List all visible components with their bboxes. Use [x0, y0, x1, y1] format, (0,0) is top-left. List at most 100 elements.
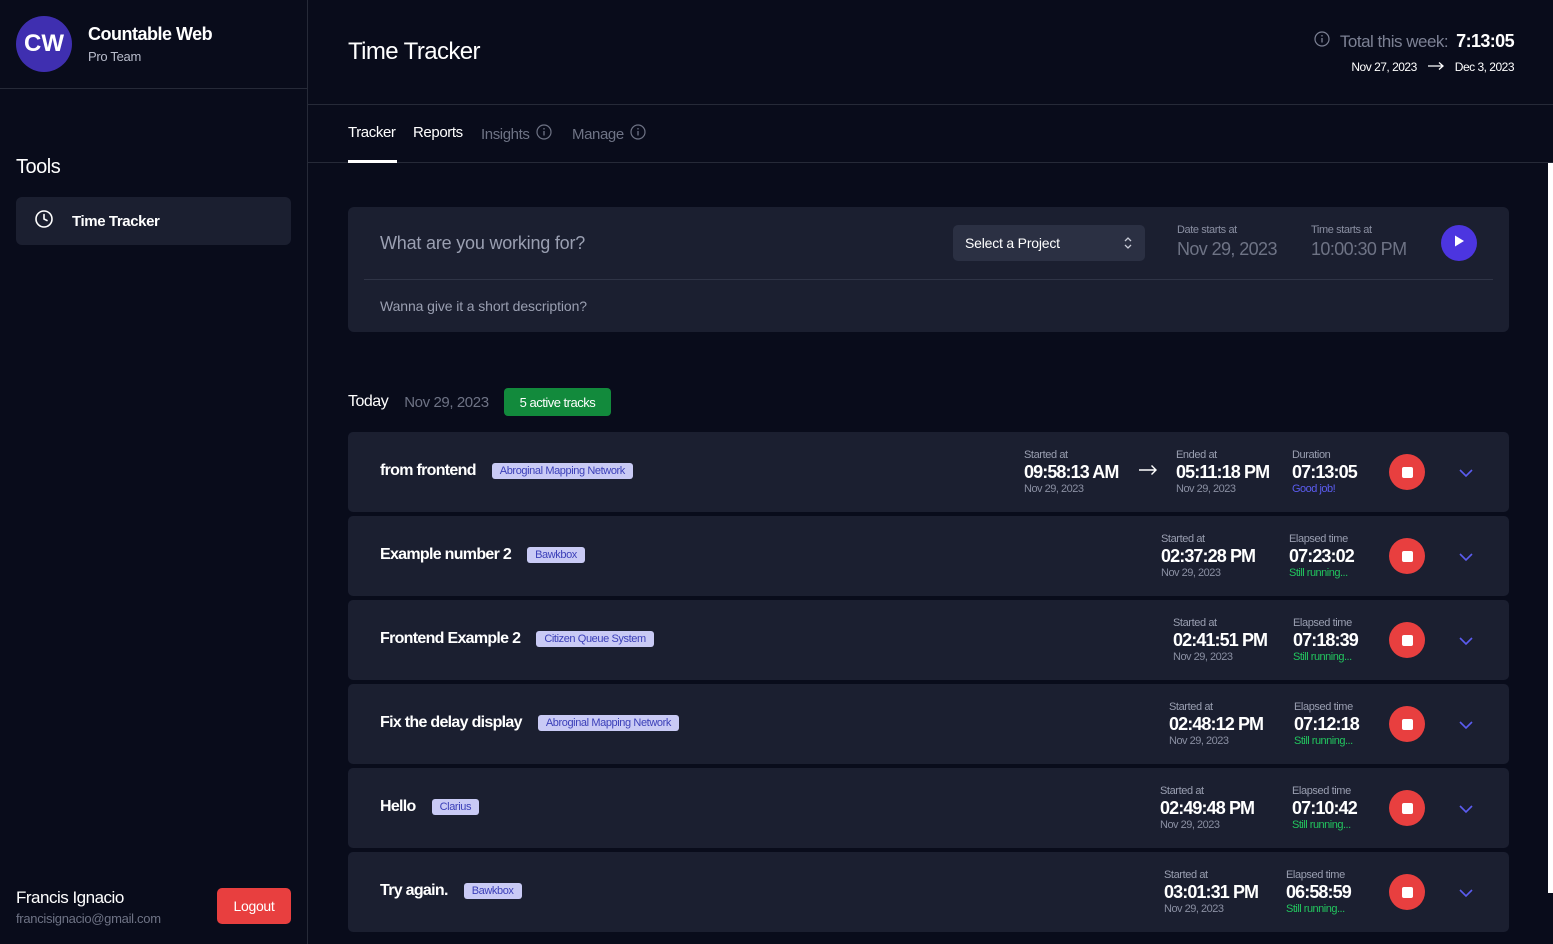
active-tab-indicator [348, 160, 397, 163]
page-title: Time Tracker [348, 38, 481, 65]
user-name: Francis Ignacio [16, 888, 124, 907]
week-range-end: Dec 3, 2023 [1454, 60, 1515, 74]
description-input[interactable]: Wanna give it a short description? [380, 298, 587, 314]
stop-button[interactable] [1389, 622, 1425, 658]
started-time: 02:49:48 PM [1160, 798, 1255, 818]
elapsed-value: 07:12:18 [1294, 714, 1360, 734]
stop-button[interactable] [1389, 454, 1425, 490]
project-select[interactable]: Select a Project [953, 225, 1145, 261]
elapsed-label: Elapsed time [1286, 869, 1345, 881]
date-start-value: Nov 29, 2023 [1177, 239, 1277, 259]
track-title: Fix the delay display Abroginal Mapping … [380, 714, 679, 732]
status-text: Still running... [1294, 735, 1353, 747]
status-text: Still running... [1292, 819, 1351, 831]
project-tag: Bawkbox [463, 883, 522, 899]
tools-section-title: Tools [16, 156, 61, 178]
started-time: 02:41:51 PM [1173, 630, 1268, 650]
stop-button[interactable] [1389, 706, 1425, 742]
started-time: 03:01:31 PM [1164, 882, 1259, 902]
team-avatar[interactable]: CW [16, 16, 72, 72]
logout-button[interactable]: Logout [217, 888, 291, 924]
week-range: Nov 27, 2023 Dec 3, 2023 [1314, 60, 1514, 74]
info-icon[interactable] [1314, 31, 1330, 52]
time-start[interactable]: Time starts at 10:00:30 PM [1311, 224, 1407, 260]
chevron-down-icon[interactable] [1458, 717, 1474, 735]
team-name: Countable Web [88, 24, 213, 44]
status-text: Good job! [1292, 483, 1336, 495]
status-text: Still running... [1289, 567, 1348, 579]
today-header: Today Nov 29, 2023 5 active tracks [348, 388, 612, 416]
track-title: Example number 2 Bawkbox [380, 546, 585, 564]
started-time: 02:37:28 PM [1161, 546, 1256, 566]
project-tag: Bawkbox [527, 547, 585, 563]
stop-button[interactable] [1389, 790, 1425, 826]
start-timer-button[interactable] [1441, 225, 1477, 261]
clock-icon [34, 209, 54, 234]
time-start-value: 10:00:30 PM [1311, 239, 1407, 259]
info-icon [535, 124, 552, 144]
week-range-start: Nov 27, 2023 [1351, 60, 1417, 74]
started-label: Started at [1164, 869, 1208, 881]
duration: Duration 07:13:05 Good job! [1292, 449, 1358, 495]
started-date: Nov 29, 2023 [1164, 903, 1224, 915]
time-start-label: Time starts at [1311, 224, 1372, 236]
elapsed-value: 07:10:42 [1292, 798, 1358, 818]
chevron-down-icon[interactable] [1458, 633, 1474, 651]
stop-icon [1401, 634, 1413, 646]
started-time: 02:48:12 PM [1169, 714, 1264, 734]
arrow-right-icon [1138, 463, 1158, 481]
track-title: Frontend Example 2 Citizen Queue System [380, 630, 654, 648]
started-at: Started at 02:41:51 PM Nov 29, 2023 [1173, 617, 1268, 663]
date-start-label: Date starts at [1177, 224, 1237, 236]
elapsed-time: Elapsed time 06:58:59 Still running... [1286, 869, 1352, 915]
tab-tracker[interactable]: Tracker [348, 124, 396, 141]
task-input[interactable]: What are you working for? [380, 233, 585, 254]
track-row[interactable]: Frontend Example 2 Citizen Queue System … [348, 600, 1509, 680]
project-tag: Abroginal Mapping Network [537, 715, 679, 731]
tab-label: Insights [481, 125, 530, 143]
started-at: Started at 02:49:48 PM Nov 29, 2023 [1160, 785, 1255, 831]
started-label: Started at [1173, 617, 1217, 629]
play-icon [1452, 234, 1466, 253]
chevron-down-icon[interactable] [1458, 885, 1474, 903]
team-plan: Pro Team [88, 49, 141, 64]
stop-button[interactable] [1389, 538, 1425, 574]
track-title: from frontend Abroginal Mapping Network [380, 462, 633, 480]
tab-insights[interactable]: Insights [481, 124, 552, 144]
started-date: Nov 29, 2023 [1024, 483, 1084, 495]
tab-manage[interactable]: Manage [572, 124, 646, 144]
user-info: Francis Ignacio francisignacio@gmail.com [16, 888, 161, 926]
track-title: Hello Clarius [380, 798, 480, 816]
started-date: Nov 29, 2023 [1161, 567, 1221, 579]
started-at: Started at 02:37:28 PM Nov 29, 2023 [1161, 533, 1256, 579]
stop-button[interactable] [1389, 874, 1425, 910]
info-icon [630, 124, 646, 144]
ended-label: Ended at [1176, 449, 1217, 461]
date-start[interactable]: Date starts at Nov 29, 2023 [1177, 224, 1277, 260]
track-row[interactable]: Hello Clarius Started at 02:49:48 PM Nov… [348, 768, 1509, 848]
track-row[interactable]: from frontend Abroginal Mapping Network … [348, 432, 1509, 512]
elapsed-time: Elapsed time 07:12:18 Still running... [1294, 701, 1360, 747]
status-text: Still running... [1286, 903, 1345, 915]
track-row[interactable]: Fix the delay display Abroginal Mapping … [348, 684, 1509, 764]
elapsed-label: Elapsed time [1289, 533, 1348, 545]
track-row[interactable]: Example number 2 Bawkbox Started at 02:3… [348, 516, 1509, 596]
chevron-down-icon[interactable] [1458, 801, 1474, 819]
elapsed-time: Elapsed time 07:10:42 Still running... [1292, 785, 1358, 831]
sidebar-item-time-tracker[interactable]: Time Tracker [16, 197, 291, 245]
track-row[interactable]: Try again. Bawkbox Started at 03:01:31 P… [348, 852, 1509, 932]
chevron-down-icon[interactable] [1458, 465, 1474, 483]
elapsed-value: 07:18:39 [1293, 630, 1359, 650]
scrollbar[interactable] [1548, 163, 1553, 893]
chevron-down-icon[interactable] [1458, 549, 1474, 567]
elapsed-value: 07:23:02 [1289, 546, 1355, 566]
track-name: Fix the delay display [380, 714, 523, 731]
track-name: Hello [380, 798, 416, 815]
started-label: Started at [1169, 701, 1213, 713]
tab-reports[interactable]: Reports [413, 124, 463, 141]
project-select-value: Select a Project [965, 235, 1060, 251]
started-date: Nov 29, 2023 [1173, 651, 1233, 663]
stop-icon [1401, 550, 1413, 562]
stop-icon [1401, 802, 1413, 814]
project-tag: Clarius [431, 799, 480, 815]
